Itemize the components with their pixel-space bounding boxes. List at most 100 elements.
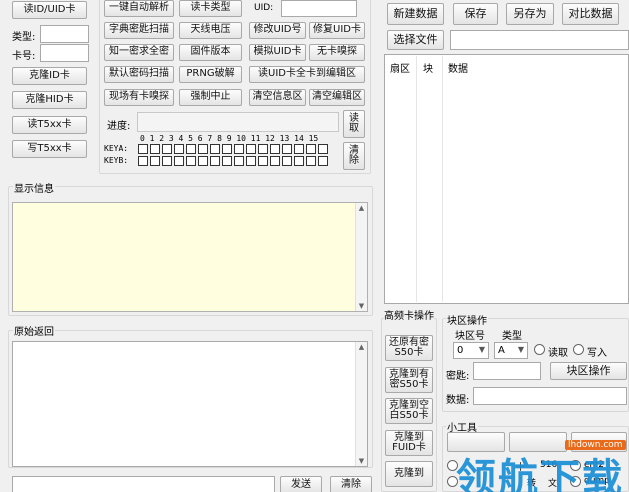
choose-file-button[interactable]: 选择文件 (387, 30, 444, 50)
clear-editor-area-button[interactable]: 清空编辑区 (309, 89, 365, 106)
keya-checkbox[interactable] (234, 144, 244, 154)
auto-parse-button[interactable]: 一键自动解析 (104, 0, 174, 17)
clone-to-fuid-button[interactable]: 克隆到FUID卡 (385, 430, 433, 456)
compare-data-button[interactable]: 对比数据 (562, 3, 619, 25)
clear-keys-button[interactable]: 清 除 (343, 142, 365, 170)
scroll-down-icon[interactable]: ▼ (356, 457, 367, 465)
firmware-version-button[interactable]: 固件版本 (179, 44, 242, 61)
type-field[interactable] (40, 25, 89, 43)
key-type-select[interactable]: A ▼ (494, 342, 528, 359)
table-header-data: 数据 (448, 64, 468, 75)
save-button[interactable]: 保存 (453, 3, 498, 25)
keya-checkboxes[interactable] (138, 144, 328, 154)
modify-uid-button[interactable]: 修改UID号 (249, 22, 306, 39)
scroll-up-icon[interactable]: ▲ (356, 343, 367, 351)
block-ops-label: 块区操作 (446, 312, 488, 327)
keya-checkbox[interactable] (174, 144, 184, 154)
write-radio[interactable] (573, 344, 584, 355)
keyb-checkbox[interactable] (306, 156, 316, 166)
dict-key-scan-button[interactable]: 字典密匙扫描 (104, 22, 174, 39)
emulate-uid-card-button[interactable]: 模拟UID卡 (249, 44, 306, 61)
clone-to-blank-s50-button[interactable]: 克隆到空白S50卡 (385, 398, 433, 424)
keyb-checkbox[interactable] (186, 156, 196, 166)
keyb-checkbox[interactable] (294, 156, 304, 166)
clone-to-more-button[interactable]: 克隆到 (385, 461, 433, 487)
keyb-checkbox[interactable] (282, 156, 292, 166)
keyb-checkbox[interactable] (258, 156, 268, 166)
keyb-checkbox[interactable] (234, 156, 244, 166)
cardless-sniff-button[interactable]: 无卡嗅探 (309, 44, 365, 61)
block-operation-button[interactable]: 块区操作 (550, 362, 627, 380)
keya-checkbox[interactable] (162, 144, 172, 154)
read-card-type-button[interactable]: 读卡类型 (179, 0, 242, 17)
keya-checkbox[interactable] (210, 144, 220, 154)
clone-to-keyed-s50-button[interactable]: 克隆到有密S50卡 (385, 367, 433, 393)
keya-checkbox[interactable] (186, 144, 196, 154)
keya-checkbox[interactable] (282, 144, 292, 154)
new-data-button[interactable]: 新建数据 (387, 3, 444, 25)
keya-checkbox[interactable] (318, 144, 328, 154)
send-button[interactable]: 发送 (280, 476, 322, 492)
prng-crack-button[interactable]: PRNG破解 (179, 66, 242, 83)
block-data-field[interactable] (473, 387, 627, 405)
keyb-checkbox[interactable] (246, 156, 256, 166)
keyb-checkbox[interactable] (222, 156, 232, 166)
keyb-checkbox[interactable] (174, 156, 184, 166)
block-number-select[interactable]: 0 ▼ (453, 342, 489, 359)
keyb-checkboxes[interactable] (138, 156, 328, 166)
read-keys-button[interactable]: 读 取 (343, 110, 365, 138)
read-t5xx-card-button[interactable]: 读T5xx卡 (12, 116, 87, 134)
keya-label: KEYA: (104, 144, 129, 153)
onsite-card-sniff-button[interactable]: 现场有卡嗅探 (104, 89, 174, 106)
antenna-voltage-button[interactable]: 天线电压 (179, 22, 242, 39)
clear-raw-button[interactable]: 清除 (330, 476, 372, 492)
key-field-label: 密匙: (446, 371, 470, 382)
write-t5xx-card-button[interactable]: 写T5xx卡 (12, 140, 87, 158)
keyb-checkbox[interactable] (162, 156, 172, 166)
keya-checkbox[interactable] (258, 144, 268, 154)
read-radio[interactable] (534, 344, 545, 355)
repair-uid-card-button[interactable]: 修复UID卡 (309, 22, 365, 39)
read-uid-to-editor-button[interactable]: 读UID卡全卡到编辑区 (249, 66, 365, 83)
send-command-input[interactable] (12, 476, 275, 492)
restore-s50-button[interactable]: 还原有密S50卡 (385, 335, 433, 361)
watermark-logo-text: 领航下载 (456, 456, 624, 492)
keya-checkbox[interactable] (246, 144, 256, 154)
save-as-button[interactable]: 另存为 (506, 3, 554, 25)
chevron-down-icon[interactable]: ▼ (479, 345, 485, 354)
display-info-textarea[interactable] (12, 202, 368, 312)
keya-checkbox[interactable] (198, 144, 208, 154)
force-abort-button[interactable]: 强制中止 (179, 89, 242, 106)
keyb-checkbox[interactable] (318, 156, 328, 166)
card-number-field[interactable] (40, 44, 89, 62)
keyb-checkbox[interactable] (138, 156, 148, 166)
read-id-uid-card-button[interactable]: 读ID/UID卡 (12, 1, 87, 19)
display-info-scrollbar[interactable]: ▲ ▼ (355, 203, 367, 311)
uid-field[interactable] (281, 0, 357, 17)
keyb-checkbox[interactable] (210, 156, 220, 166)
keyb-checkbox[interactable] (198, 156, 208, 166)
key-type-value: A (498, 345, 505, 356)
scroll-down-icon[interactable]: ▼ (356, 302, 367, 310)
default-password-scan-button[interactable]: 默认密码扫描 (104, 66, 174, 83)
keya-checkbox[interactable] (306, 144, 316, 154)
known-key-full-key-button[interactable]: 知一密求全密 (104, 44, 174, 61)
keyb-checkbox[interactable] (150, 156, 160, 166)
file-path-field[interactable] (450, 30, 629, 50)
clone-hid-card-button[interactable]: 克隆HID卡 (12, 91, 87, 109)
data-table[interactable] (384, 54, 629, 304)
block-key-field[interactable] (473, 362, 541, 380)
raw-return-textarea[interactable] (12, 341, 368, 467)
raw-return-scrollbar[interactable]: ▲ ▼ (355, 342, 367, 466)
keya-checkbox[interactable] (270, 144, 280, 154)
keya-checkbox[interactable] (138, 144, 148, 154)
scroll-up-icon[interactable]: ▲ (356, 204, 367, 212)
block-number-value: 0 (457, 345, 464, 356)
clone-id-card-button[interactable]: 克隆ID卡 (12, 67, 87, 85)
clear-info-area-button[interactable]: 清空信息区 (249, 89, 306, 106)
keyb-checkbox[interactable] (270, 156, 280, 166)
chevron-down-icon[interactable]: ▼ (518, 345, 524, 354)
keya-checkbox[interactable] (294, 144, 304, 154)
keya-checkbox[interactable] (222, 144, 232, 154)
keya-checkbox[interactable] (150, 144, 160, 154)
